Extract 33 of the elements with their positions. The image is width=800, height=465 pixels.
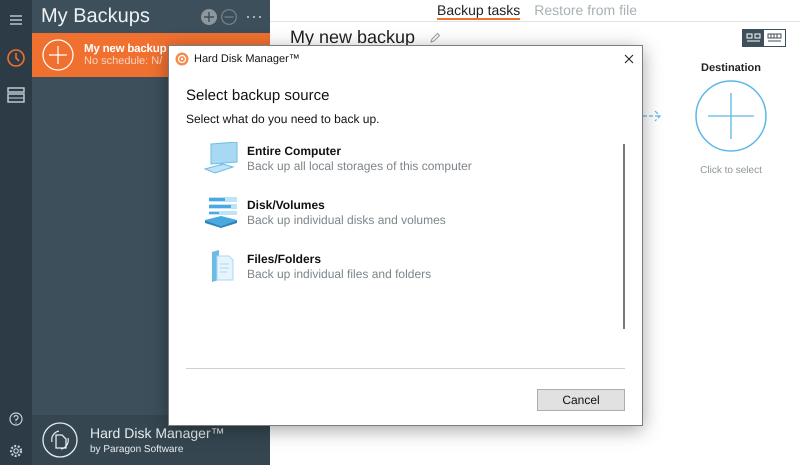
logo-icon <box>42 422 78 458</box>
disk-icon <box>203 196 239 228</box>
add-icon[interactable] <box>201 8 217 24</box>
destination-hint: Click to select <box>700 165 762 176</box>
product-name: Hard Disk Manager™ <box>90 425 225 441</box>
close-button[interactable] <box>622 52 636 66</box>
arrow-icon <box>642 110 662 122</box>
view-toggle[interactable] <box>743 30 764 46</box>
clock-icon[interactable] <box>6 48 26 68</box>
tab[interactable]: Backup tasks <box>437 0 520 20</box>
list-icon <box>767 33 782 43</box>
settings-icon[interactable] <box>9 444 23 458</box>
plus-icon <box>42 39 74 71</box>
tiles-icon <box>746 33 761 43</box>
backup-title: My new backup <box>290 28 416 47</box>
source-option[interactable]: Entire Computer Back up all local storages of this computer <box>203 144 623 198</box>
backup-name: My new backup <box>84 43 166 55</box>
menu-icon[interactable] <box>9 14 23 26</box>
scrollbar[interactable] <box>623 144 625 329</box>
dialog-prompt: Select what do you need to back up. <box>186 112 380 126</box>
source-option[interactable]: Disk/Volumes Back up individual disks and volumes <box>203 198 623 252</box>
backup-schedule: No schedule: N/ <box>84 55 164 67</box>
dialog-heading: Select backup source <box>186 87 330 104</box>
cancel-button[interactable]: Cancel <box>537 389 625 411</box>
destination-label: Destination <box>701 62 761 74</box>
computer-icon <box>203 142 239 174</box>
pencil-icon[interactable] <box>429 32 442 44</box>
source-option[interactable]: Files/Folders Back up individual files and folders <box>203 252 623 306</box>
help-icon[interactable] <box>9 412 23 426</box>
drive-icon[interactable] <box>6 86 26 104</box>
sidebar-title: My Backups <box>41 5 151 28</box>
vendor-name: by Paragon Software <box>90 444 184 455</box>
app-icon <box>175 52 189 66</box>
